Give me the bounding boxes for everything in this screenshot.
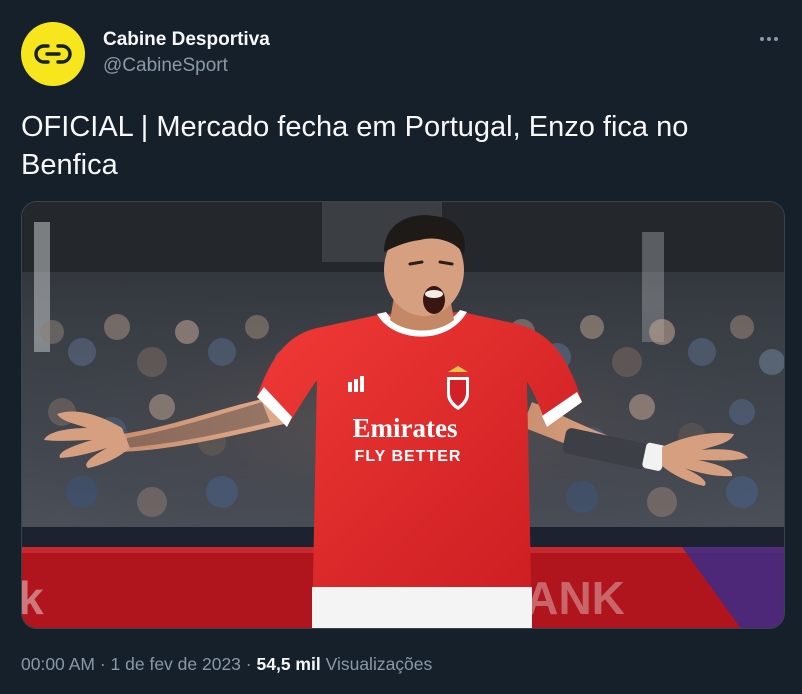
tweet-date[interactable]: 1 de fev de 2023 (111, 654, 241, 674)
shirt-sponsor-line2: FLY BETTER (355, 448, 462, 465)
meta-separator-2: · (245, 654, 252, 674)
tweet-photo[interactable]: k BANK (21, 201, 785, 629)
views-count: 54,5 mil (256, 654, 321, 674)
shirt-sponsor-line1: Emirates (353, 413, 458, 443)
author-handle[interactable]: @CabineSport (103, 54, 270, 78)
more-button[interactable] (756, 26, 782, 52)
tweet-meta: 00:00 AM · 1 de fev de 2023 · 54,5 mil V… (21, 652, 432, 676)
views-label: Visualizações (325, 654, 433, 674)
tweet-text: OFICIAL | Mercado fecha em Portugal, Enz… (21, 111, 689, 181)
cabine-logo-icon (34, 44, 72, 64)
meta-separator: · (99, 654, 106, 674)
tweet-card: Cabine Desportiva @CabineSport OFICIAL |… (0, 0, 802, 694)
board-text-left: k (22, 572, 44, 624)
author-display-name[interactable]: Cabine Desportiva (103, 28, 270, 52)
author-block: Cabine Desportiva @CabineSport (103, 28, 270, 78)
avatar[interactable] (21, 22, 85, 86)
more-horizontal-icon (760, 37, 778, 41)
tweet-time[interactable]: 00:00 AM (21, 654, 95, 674)
photo-illustration: k BANK (22, 202, 784, 628)
